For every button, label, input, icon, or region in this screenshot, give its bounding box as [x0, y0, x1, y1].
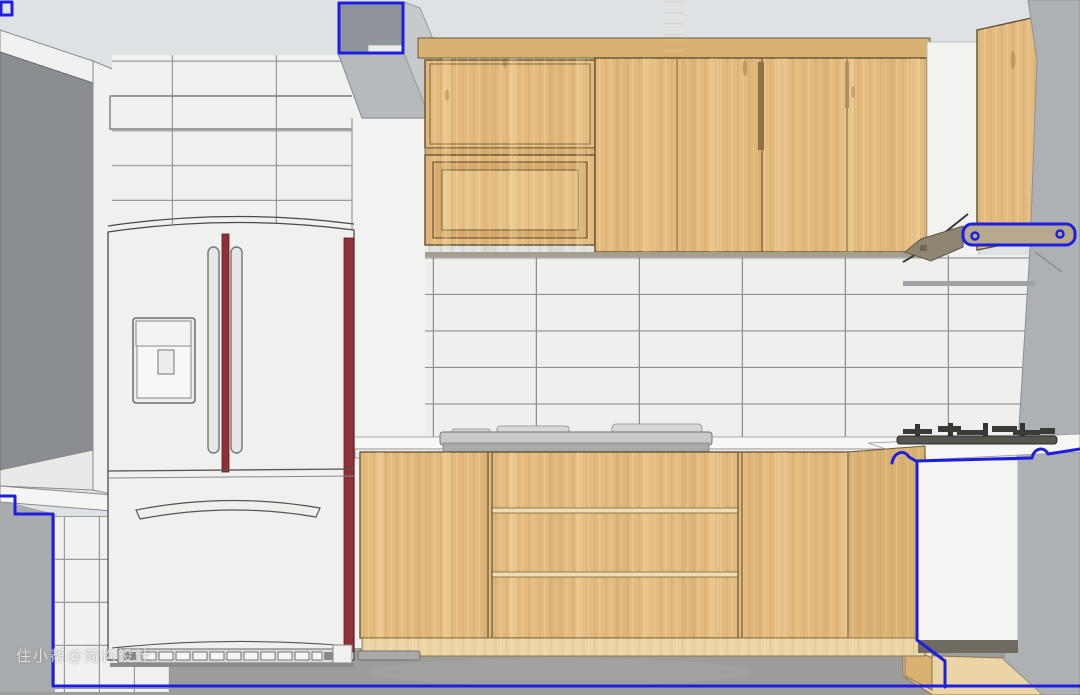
grille-slots: [142, 652, 322, 660]
right-counter-cabinet[interactable]: [918, 460, 1018, 653]
wood-knot: [445, 89, 449, 101]
window-glass: [0, 52, 93, 470]
base-cabinets[interactable]: [360, 446, 925, 656]
grille-cap-left: [124, 652, 136, 660]
fridge-handle-left[interactable]: [208, 247, 219, 453]
corner-grain: [848, 446, 925, 640]
range-hood-bottom-panel[interactable]: [963, 224, 1075, 245]
column-base: [333, 645, 352, 663]
drawer-gap-2: [492, 572, 738, 577]
drawer-gap-1: [492, 508, 738, 513]
dispenser-cup-recess: [158, 350, 174, 374]
hood-logo: [920, 245, 927, 251]
wood-knot: [743, 60, 748, 76]
hood-rail: [903, 281, 1035, 286]
left-half-wall-panel[interactable]: [0, 500, 55, 692]
water-dispenser[interactable]: [133, 318, 195, 403]
wood-knot: [503, 58, 507, 68]
fridge-red-trim-center: [222, 234, 229, 472]
upper-cabinet-grain2: [425, 58, 927, 252]
backsplash-tiles: [425, 257, 927, 438]
fridge-red-trim-right: [344, 238, 354, 652]
wood-knot: [1011, 51, 1016, 69]
fridge-handle-right[interactable]: [231, 247, 242, 453]
floor-sheen: [370, 658, 750, 686]
cabinet-underside-shadow: [425, 252, 927, 257]
toe-kick-grain: [362, 638, 925, 656]
wood-knot: [851, 86, 855, 98]
kitchen-3d-viewport: 住小帮@简构设计: [0, 0, 1080, 695]
window: [0, 30, 115, 495]
refrigerator[interactable]: [108, 216, 354, 667]
floor-drain: [358, 651, 420, 660]
base-grain2: [360, 452, 925, 638]
fridge-floor-shadow: [110, 663, 354, 667]
